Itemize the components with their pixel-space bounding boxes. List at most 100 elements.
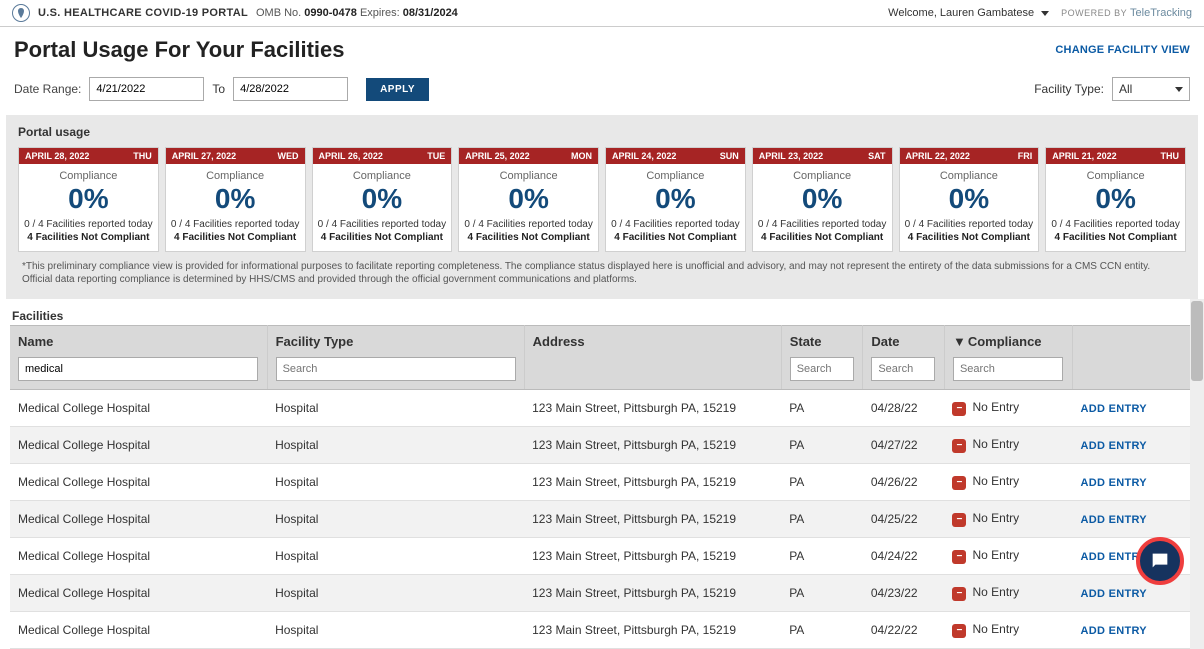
card-header: APRIL 26, 2022Tue xyxy=(313,148,452,164)
compliance-label: Compliance xyxy=(317,170,448,182)
compliance-cards: APRIL 28, 2022ThuCompliance0%0 / 4 Facil… xyxy=(18,147,1186,252)
not-compliant-line: 4 Facilities Not Compliant xyxy=(757,232,888,243)
card-body: Compliance0%0 / 4 Facilities reported to… xyxy=(313,164,452,251)
search-type-input[interactable] xyxy=(276,357,516,381)
card-header: APRIL 21, 2022Thu xyxy=(1046,148,1185,164)
hhs-logo-icon xyxy=(12,4,30,22)
cell-state: PA xyxy=(781,574,863,611)
compliance-label: Compliance xyxy=(463,170,594,182)
cell-address: 123 Main Street, Pittsburgh PA, 15219 xyxy=(524,500,781,537)
compliance-value: 0% xyxy=(904,184,1035,215)
compliance-card[interactable]: APRIL 25, 2022MonCompliance0%0 / 4 Facil… xyxy=(458,147,599,252)
card-date: APRIL 24, 2022 xyxy=(612,151,676,161)
compliance-value: 0% xyxy=(757,184,888,215)
cell-compliance: −No Entry xyxy=(944,574,1072,611)
card-body: Compliance0%0 / 4 Facilities reported to… xyxy=(459,164,598,251)
add-entry-link[interactable]: ADD ENTRY xyxy=(1080,588,1146,600)
compliance-label: Compliance xyxy=(1050,170,1181,182)
cell-state: PA xyxy=(781,500,863,537)
col-header-action xyxy=(1072,325,1193,353)
add-entry-link[interactable]: ADD ENTRY xyxy=(1080,625,1146,637)
reported-line: 0 / 4 Facilities reported today xyxy=(610,219,741,230)
caret-down-icon xyxy=(1175,87,1183,92)
powered-label: POWERED BY xyxy=(1061,8,1127,18)
compliance-value: 0% xyxy=(1050,184,1181,215)
card-date: APRIL 22, 2022 xyxy=(906,151,970,161)
filter-row: Date Range: To APPLY Facility Type: All xyxy=(0,69,1204,115)
date-to-input[interactable] xyxy=(233,77,348,101)
scrollbar[interactable] xyxy=(1190,299,1204,649)
col-header-compliance-text: Compliance xyxy=(968,334,1042,349)
search-name-input[interactable] xyxy=(18,357,258,381)
date-range-group: Date Range: To APPLY xyxy=(14,77,429,101)
not-compliant-line: 4 Facilities Not Compliant xyxy=(1050,232,1181,243)
cell-type: Hospital xyxy=(267,537,524,574)
facility-type-select[interactable]: All xyxy=(1112,77,1190,101)
compliance-card[interactable]: APRIL 28, 2022ThuCompliance0%0 / 4 Facil… xyxy=(18,147,159,252)
cell-name: Medical College Hospital xyxy=(10,537,267,574)
cell-name: Medical College Hospital xyxy=(10,426,267,463)
add-entry-link[interactable]: ADD ENTRY xyxy=(1080,477,1146,489)
search-compliance-input[interactable] xyxy=(953,357,1063,381)
cell-compliance: −No Entry xyxy=(944,537,1072,574)
table-row: Medical College HospitalHospital123 Main… xyxy=(10,389,1194,426)
card-header: APRIL 22, 2022Fri xyxy=(900,148,1039,164)
add-entry-link[interactable]: ADD ENTRY xyxy=(1080,514,1146,526)
table-row: Medical College HospitalHospital123 Main… xyxy=(10,500,1194,537)
apply-button[interactable]: APPLY xyxy=(366,78,429,101)
no-entry-icon: − xyxy=(952,513,966,527)
card-dow: Thu xyxy=(133,151,152,161)
reported-line: 0 / 4 Facilities reported today xyxy=(23,219,154,230)
compliance-card[interactable]: APRIL 24, 2022SunCompliance0%0 / 4 Facil… xyxy=(605,147,746,252)
cell-compliance: −No Entry xyxy=(944,426,1072,463)
compliance-label: Compliance xyxy=(610,170,741,182)
col-header-compliance[interactable]: ▼Compliance xyxy=(944,325,1072,353)
search-date-input[interactable] xyxy=(871,357,935,381)
compliance-value: 0% xyxy=(463,184,594,215)
card-dow: Thu xyxy=(1161,151,1180,161)
user-menu[interactable]: Welcome, Lauren Gambatese xyxy=(888,7,1049,19)
chat-icon xyxy=(1149,550,1171,572)
date-from-input[interactable] xyxy=(89,77,204,101)
card-header: APRIL 25, 2022Mon xyxy=(459,148,598,164)
to-label: To xyxy=(212,82,225,96)
change-facility-view-link[interactable]: CHANGE FACILITY VIEW xyxy=(1055,44,1190,56)
compliance-card[interactable]: APRIL 23, 2022SatCompliance0%0 / 4 Facil… xyxy=(752,147,893,252)
col-header-state[interactable]: State xyxy=(781,325,863,353)
cell-name: Medical College Hospital xyxy=(10,463,267,500)
no-entry-icon: − xyxy=(952,587,966,601)
cell-type: Hospital xyxy=(267,500,524,537)
col-header-type[interactable]: Facility Type xyxy=(267,325,524,353)
facility-type-group: Facility Type: All xyxy=(1034,77,1190,101)
cell-date: 04/27/22 xyxy=(863,426,945,463)
cell-date: 04/28/22 xyxy=(863,389,945,426)
compliance-card[interactable]: APRIL 22, 2022FriCompliance0%0 / 4 Facil… xyxy=(899,147,1040,252)
card-dow: Wed xyxy=(278,151,299,161)
cell-date: 04/25/22 xyxy=(863,500,945,537)
col-header-address[interactable]: Address xyxy=(524,325,781,353)
add-entry-link[interactable]: ADD ENTRY xyxy=(1080,440,1146,452)
cell-date: 04/23/22 xyxy=(863,574,945,611)
card-date: APRIL 27, 2022 xyxy=(172,151,236,161)
table-row: Medical College HospitalHospital123 Main… xyxy=(10,426,1194,463)
compliance-card[interactable]: APRIL 27, 2022WedCompliance0%0 / 4 Facil… xyxy=(165,147,306,252)
search-state-input[interactable] xyxy=(790,357,854,381)
table-header-row: Name Facility Type Address State Date ▼C… xyxy=(10,325,1194,353)
compliance-value: 0% xyxy=(610,184,741,215)
no-entry-icon: − xyxy=(952,402,966,416)
chat-widget-button[interactable] xyxy=(1136,537,1184,585)
col-header-date[interactable]: Date xyxy=(863,325,945,353)
cell-state: PA xyxy=(781,537,863,574)
cell-action: ADD ENTRY xyxy=(1072,426,1193,463)
table-search-row xyxy=(10,353,1194,390)
compliance-card[interactable]: APRIL 26, 2022TueCompliance0%0 / 4 Facil… xyxy=(312,147,453,252)
compliance-card[interactable]: APRIL 21, 2022ThuCompliance0%0 / 4 Facil… xyxy=(1045,147,1186,252)
portal-usage-section: Portal usage APRIL 28, 2022ThuCompliance… xyxy=(6,115,1198,299)
cell-action: ADD ENTRY xyxy=(1072,611,1193,648)
cell-action: ADD ENTRY xyxy=(1072,389,1193,426)
scrollbar-thumb[interactable] xyxy=(1191,301,1203,381)
col-header-name[interactable]: Name xyxy=(10,325,267,353)
cell-state: PA xyxy=(781,389,863,426)
add-entry-link[interactable]: ADD ENTRY xyxy=(1080,403,1146,415)
cell-name: Medical College Hospital xyxy=(10,574,267,611)
